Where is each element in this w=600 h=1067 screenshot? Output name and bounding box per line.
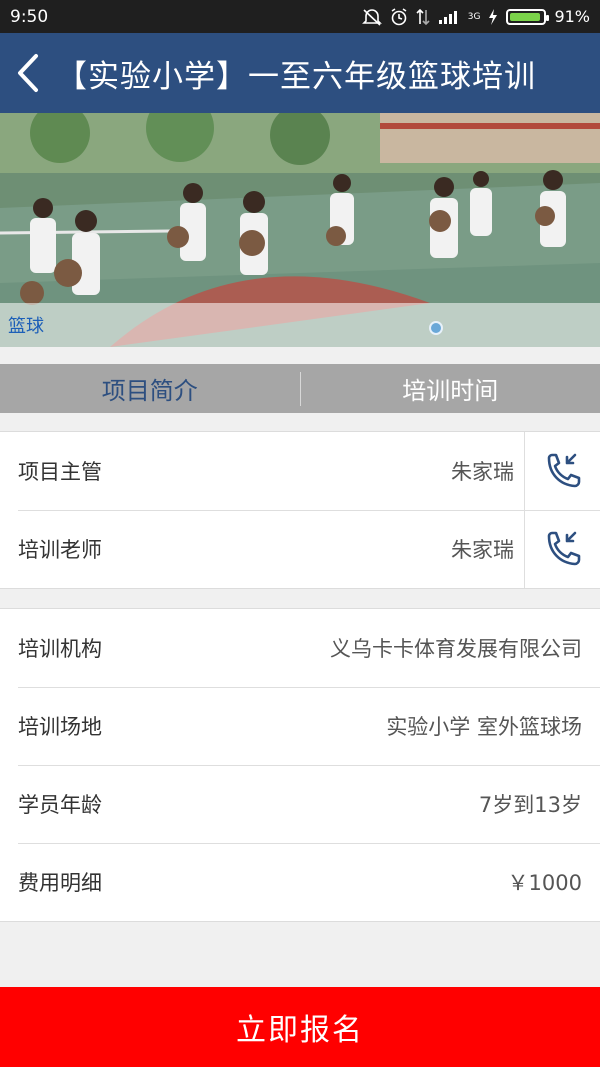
back-button[interactable] bbox=[0, 33, 56, 113]
battery-icon bbox=[506, 8, 550, 25]
detail-value: ￥1000 bbox=[507, 871, 582, 895]
detail-value: 实验小学 室外篮球场 bbox=[386, 715, 582, 739]
tab-bar: 项目简介 培训时间 bbox=[0, 364, 600, 413]
banner-caption-text: 篮球 bbox=[8, 316, 44, 337]
detail-row-age: 学员年龄 7岁到13岁 bbox=[0, 765, 600, 843]
mute-icon bbox=[361, 8, 382, 26]
contact-row-manager: 项目主管 朱家瑞 bbox=[0, 432, 600, 510]
status-bar: 9:50 3G 91% bbox=[0, 0, 600, 33]
detail-label: 培训场地 bbox=[18, 715, 102, 739]
page-title: 【实验小学】一至六年级篮球培训 bbox=[56, 58, 536, 95]
tab-project-intro[interactable]: 项目简介 bbox=[0, 371, 300, 406]
battery-percent: 91% bbox=[554, 7, 590, 26]
call-teacher-button[interactable] bbox=[524, 510, 600, 588]
signal-icon bbox=[438, 10, 457, 24]
detail-label: 学员年龄 bbox=[18, 793, 102, 817]
details-card: 培训机构 义乌卡卡体育发展有限公司 培训场地 实验小学 室外篮球场 学员年龄 7… bbox=[0, 608, 600, 922]
network-type-label: 3G bbox=[467, 11, 481, 22]
contact-name: 朱家瑞 bbox=[451, 538, 514, 562]
phone-call-icon bbox=[547, 531, 580, 566]
phone-call-icon bbox=[547, 453, 580, 488]
status-time: 9:50 bbox=[10, 6, 49, 27]
tab-training-time[interactable]: 培训时间 bbox=[301, 371, 600, 406]
detail-row-organization: 培训机构 义乌卡卡体育发展有限公司 bbox=[0, 609, 600, 687]
data-transfer-icon bbox=[416, 8, 430, 25]
detail-row-fee: 费用明细 ￥1000 bbox=[0, 843, 600, 921]
detail-label: 费用明细 bbox=[18, 871, 102, 895]
app-bar: 【实验小学】一至六年级篮球培训 bbox=[0, 33, 600, 113]
contact-label: 培训老师 bbox=[18, 538, 102, 562]
detail-value: 义乌卡卡体育发展有限公司 bbox=[330, 637, 582, 661]
contact-label: 项目主管 bbox=[18, 460, 102, 484]
alarm-icon bbox=[391, 7, 407, 25]
call-manager-button[interactable] bbox=[524, 432, 600, 510]
detail-row-venue: 培训场地 实验小学 室外篮球场 bbox=[0, 687, 600, 765]
status-icons: 3G 91% bbox=[361, 7, 590, 26]
contact-name: 朱家瑞 bbox=[451, 460, 514, 484]
carousel-indicator-dot[interactable] bbox=[429, 321, 443, 335]
detail-value: 7岁到13岁 bbox=[478, 793, 582, 817]
banner-carousel[interactable]: 篮球 bbox=[0, 113, 600, 347]
register-now-button[interactable]: 立即报名 bbox=[0, 987, 600, 1067]
charging-icon bbox=[489, 8, 498, 25]
chevron-left-icon bbox=[18, 54, 38, 92]
banner-caption: 篮球 bbox=[0, 303, 600, 347]
contacts-card: 项目主管 朱家瑞 培训老师 朱家瑞 bbox=[0, 431, 600, 589]
contact-row-teacher: 培训老师 朱家瑞 bbox=[0, 510, 600, 588]
detail-label: 培训机构 bbox=[18, 637, 102, 661]
